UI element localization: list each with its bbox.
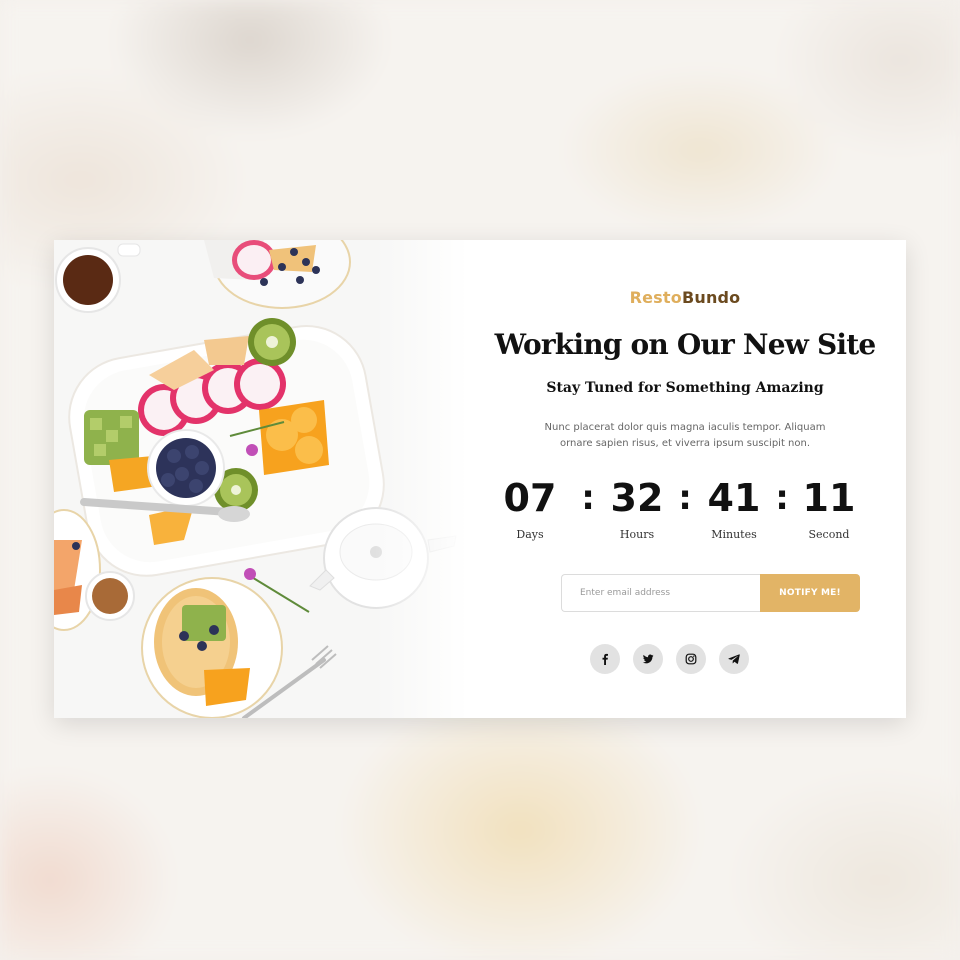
countdown-separator: :: [581, 478, 595, 518]
countdown-hours: 32 Hours: [597, 476, 677, 541]
telegram-icon: [728, 654, 740, 664]
twitter-icon: [642, 654, 654, 664]
countdown-seconds-label: Second: [808, 528, 850, 541]
countdown-days-label: Days: [516, 528, 544, 541]
telegram-link[interactable]: [719, 644, 749, 674]
countdown-days: 07 Days: [490, 476, 570, 541]
twitter-link[interactable]: [633, 644, 663, 674]
email-field[interactable]: [561, 574, 761, 612]
brand-logo-part2: Bundo: [681, 288, 741, 307]
countdown-separator: :: [678, 478, 692, 518]
countdown-timer: 07 Days : 32 Hours : 41 Minutes : 11 Sec…: [490, 476, 880, 546]
brand-logo: RestoBundo: [464, 288, 906, 307]
food-photo: [54, 240, 464, 718]
facebook-link[interactable]: [590, 644, 620, 674]
subscribe-form: NOTIFY ME!: [561, 574, 861, 612]
countdown-days-value: 07: [503, 476, 557, 520]
instagram-link[interactable]: [676, 644, 706, 674]
brand-logo-part1: Resto: [629, 288, 682, 307]
countdown-seconds-value: 11: [802, 476, 856, 520]
instagram-icon: [685, 653, 697, 665]
countdown-seconds: 11 Second: [789, 476, 869, 541]
countdown-hours-value: 32: [610, 476, 664, 520]
notify-me-button[interactable]: NOTIFY ME!: [760, 574, 860, 612]
social-links: [590, 644, 790, 674]
countdown-hours-label: Hours: [619, 528, 655, 541]
coming-soon-card: RestoBundo Working on Our New Site Stay …: [54, 240, 906, 718]
content-panel: RestoBundo Working on Our New Site Stay …: [464, 240, 906, 718]
facebook-icon: [602, 653, 608, 665]
countdown-minutes-label: Minutes: [711, 528, 757, 541]
countdown-minutes-value: 41: [707, 476, 761, 520]
page-description: Nunc placerat dolor quis magna iaculis t…: [544, 422, 826, 449]
page-subtitle: Stay Tuned for Something Amazing: [546, 380, 824, 396]
page-title: Working on Our New Site: [494, 328, 877, 361]
countdown-minutes: 41 Minutes: [694, 476, 774, 541]
